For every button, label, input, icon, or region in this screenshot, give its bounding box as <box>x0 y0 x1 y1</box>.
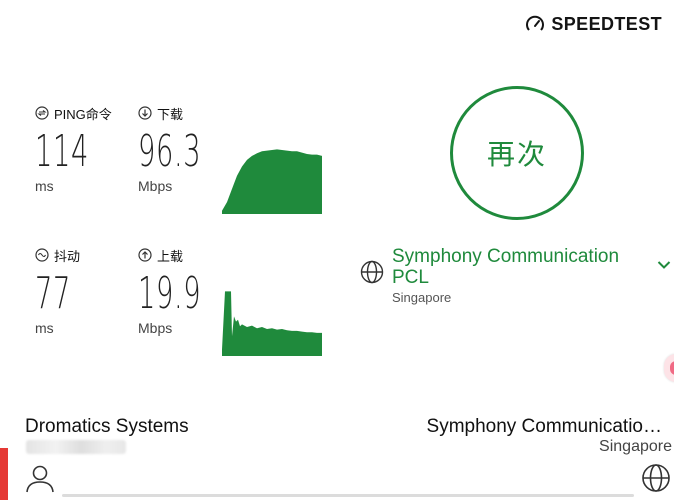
chevron-down-icon[interactable] <box>657 260 671 270</box>
host-location: Singapore <box>599 438 672 455</box>
go-again-label: 再次 <box>486 139 547 170</box>
brand-logo: SPEEDTEST <box>525 14 662 35</box>
server-location: Singapore <box>392 290 452 305</box>
ping-icon <box>35 106 49 120</box>
left-edge-marker <box>0 448 8 500</box>
upload-chart-area <box>222 291 322 356</box>
download-label: 下载 <box>157 106 184 122</box>
upload-arrow-icon <box>138 248 152 262</box>
ping-metric: PING命令 114 ms <box>35 104 135 194</box>
globe-icon[interactable] <box>641 463 671 493</box>
upload-chart <box>222 290 322 356</box>
jitter-unit: ms <box>35 320 54 336</box>
ping-value: 114 <box>35 126 89 177</box>
assistant-icon <box>670 361 674 375</box>
user-icon[interactable] <box>24 462 56 494</box>
download-chart-area <box>222 149 322 214</box>
server-selector[interactable]: Symphony Communication PCL Singapore <box>360 246 674 308</box>
download-arrow-icon <box>138 106 152 120</box>
ip-address-redacted <box>26 440 126 454</box>
upload-value: 19.9 <box>138 268 202 319</box>
ping-label: PING命令 <box>54 106 112 122</box>
download-chart <box>222 148 322 214</box>
floating-assistant-button[interactable] <box>664 354 674 382</box>
server-name: Symphony Communication PCL <box>392 246 620 288</box>
jitter-metric: 抖动 77 ms <box>35 246 135 336</box>
speedometer-icon <box>526 15 545 31</box>
host-name: Symphony Communicatio… <box>426 416 662 437</box>
globe-icon <box>360 260 384 284</box>
ping-unit: ms <box>35 178 54 194</box>
brand-name: SPEEDTEST <box>551 14 662 34</box>
progress-track <box>62 494 634 497</box>
go-again-button[interactable]: 再次 <box>450 86 584 220</box>
upload-label: 上载 <box>157 248 184 264</box>
download-value: 96.3 <box>138 126 202 177</box>
jitter-value: 77 <box>35 268 71 319</box>
jitter-label: 抖动 <box>54 248 81 264</box>
isp-name: Dromatics Systems <box>25 416 189 437</box>
jitter-icon <box>35 248 49 262</box>
